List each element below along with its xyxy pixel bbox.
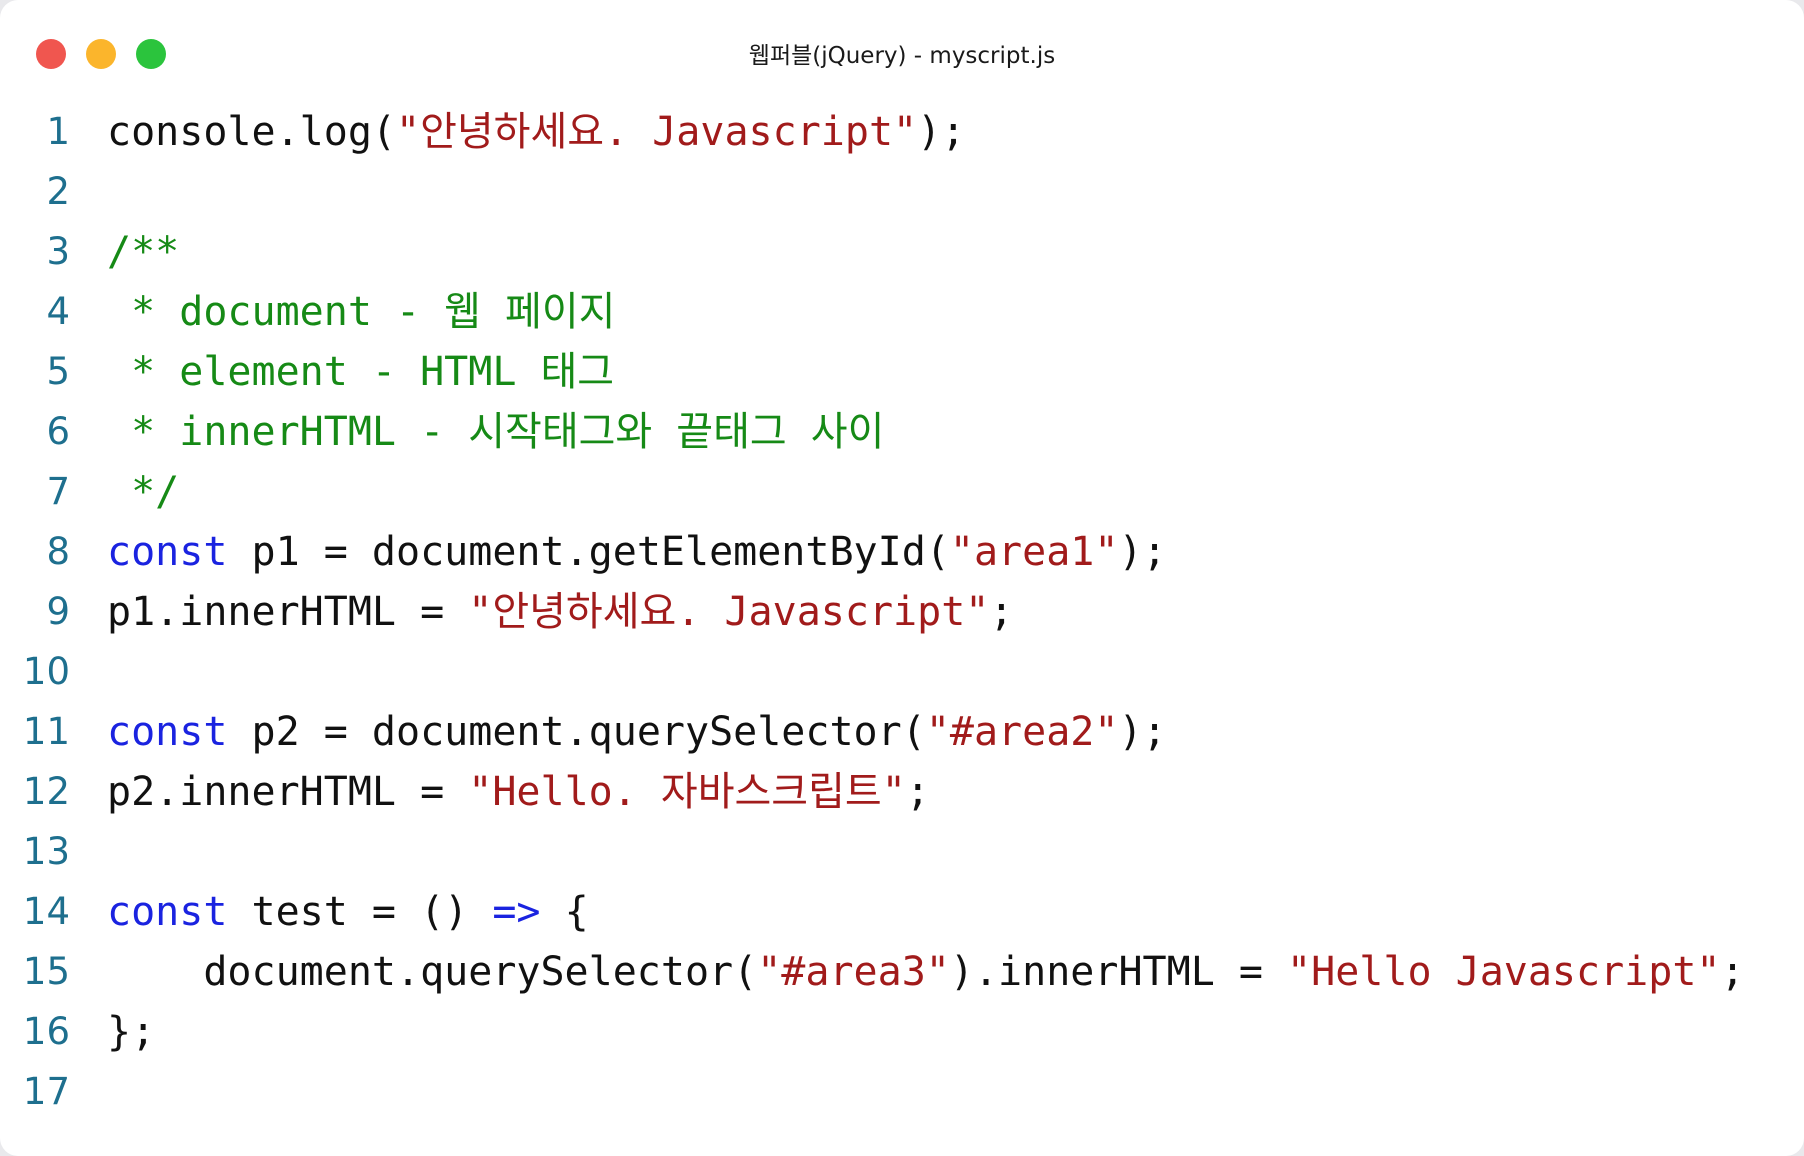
- code-token-plain: );: [1118, 709, 1167, 755]
- line-content: document.querySelector("#area3").innerHT…: [107, 942, 1745, 1002]
- code-token-plain: );: [1118, 529, 1167, 575]
- line-number: 5: [46, 350, 70, 393]
- code-token-plain: ).innerHTML =: [949, 949, 1288, 995]
- code-token-plain: p2.innerHTML =: [107, 769, 469, 815]
- code-token-string: "Hello. 자바스크립트": [468, 769, 906, 815]
- line-number: 15: [22, 950, 70, 993]
- code-token-keyword: const: [107, 529, 228, 575]
- line-number: 11: [22, 710, 70, 753]
- line-number: 3: [46, 230, 70, 273]
- code-token-plain: p1.innerHTML =: [107, 589, 469, 635]
- code-token-string: "#area2": [925, 709, 1119, 755]
- code-editor[interactable]: 1 console.log("안녕하세요. Javascript"); 2 3/** 4…: [0, 102, 1804, 1122]
- code-token-plain: ;: [1720, 949, 1745, 995]
- editor-window: 웹퍼블(jQuery) - myscript.js 1 console.log("…: [0, 0, 1804, 1156]
- code-line: 1 console.log("안녕하세요. Javascript");: [0, 102, 1804, 162]
- window-title: 웹퍼블(jQuery) - myscript.js: [748, 43, 1056, 69]
- line-number: 2: [46, 170, 70, 213]
- line-content: p1.innerHTML = "안녕하세요. Javascript";: [107, 582, 1013, 642]
- line-number: 13: [22, 830, 70, 873]
- code-token-comment: /**: [107, 229, 180, 275]
- code-line: 9 p1.innerHTML = "안녕하세요. Javascript";: [0, 582, 1804, 642]
- code-line: 2: [0, 162, 1804, 222]
- code-token-comment: */: [107, 469, 180, 515]
- code-line: 6 * innerHTML - 시작태그와 끝태그 사이: [0, 402, 1804, 462]
- line-number: 16: [22, 1010, 70, 1053]
- line-number: 17: [22, 1070, 70, 1113]
- line-content: const p2 = document.querySelector("#area…: [107, 702, 1167, 762]
- code-line: 15 document.querySelector("#area3").inne…: [0, 942, 1804, 1002]
- code-token-string: "Hello Javascript": [1287, 949, 1721, 995]
- code-line: 5 * element - HTML 태그: [0, 342, 1804, 402]
- code-token-comment: * element - HTML 태그: [107, 349, 615, 395]
- code-token-string: "#area3": [757, 949, 950, 995]
- line-number: 12: [22, 770, 70, 813]
- code-line: 13: [0, 822, 1804, 882]
- code-line: 12 p2.innerHTML = "Hello. 자바스크립트";: [0, 762, 1804, 822]
- line-content: /**: [107, 222, 179, 282]
- line-content: };: [107, 1002, 155, 1062]
- line-content: p2.innerHTML = "Hello. 자바스크립트";: [107, 762, 930, 822]
- code-line: 8 const p1 = document.getElementById("are…: [0, 522, 1804, 582]
- code-token-keyword: const: [107, 889, 228, 935]
- line-number: 7: [46, 470, 70, 513]
- code-token-plain: };: [107, 1009, 156, 1055]
- line-number: 10: [22, 650, 70, 693]
- line-content: const p1 = document.getElementById("area…: [107, 522, 1167, 582]
- line-content: * innerHTML - 시작태그와 끝태그 사이: [107, 402, 884, 462]
- code-token-plain: p2 = document.querySelector(: [227, 709, 926, 755]
- line-number: 6: [46, 410, 70, 453]
- line-content: console.log("안녕하세요. Javascript");: [107, 102, 965, 162]
- line-number: 4: [46, 290, 70, 333]
- code-token-comment: * innerHTML - 시작태그와 끝태그 사이: [107, 409, 885, 455]
- code-token-keyword: const: [107, 709, 228, 755]
- code-token-plain: console.log(: [107, 109, 396, 155]
- code-line: 17: [0, 1062, 1804, 1122]
- code-token-plain: ;: [989, 589, 1014, 635]
- code-token-keyword: =>: [492, 889, 541, 935]
- code-token-plain: p1 = document.getElementById(: [227, 529, 950, 575]
- code-line: 4 * document - 웹 페이지: [0, 282, 1804, 342]
- line-number: 1: [46, 110, 70, 153]
- code-token-string: "안녕하세요. Javascript": [395, 109, 918, 155]
- line-number: 8: [46, 530, 70, 573]
- code-line: 11 const p2 = document.querySelector("#ar…: [0, 702, 1804, 762]
- line-number: 14: [22, 890, 70, 933]
- code-token-plain: ;: [905, 769, 930, 815]
- code-line: 7 */: [0, 462, 1804, 522]
- code-line: 14 const test = () => {: [0, 882, 1804, 942]
- line-content: * element - HTML 태그: [107, 342, 614, 402]
- line-content: */: [107, 462, 179, 522]
- code-token-string: "area1": [949, 529, 1119, 575]
- code-token-plain: document.querySelector(: [107, 949, 758, 995]
- code-token-plain: {: [540, 889, 589, 935]
- code-line: 3 /**: [0, 222, 1804, 282]
- code-token-plain: test = (): [227, 889, 493, 935]
- code-token-comment: * document - 웹 페이지: [107, 289, 616, 335]
- line-content: const test = () => {: [107, 882, 589, 942]
- line-content: * document - 웹 페이지: [107, 282, 615, 342]
- code-line: 16};: [0, 1002, 1804, 1062]
- code-token-plain: );: [917, 109, 966, 155]
- code-token-string: "안녕하세요. Javascript": [468, 589, 990, 635]
- line-number: 9: [46, 590, 70, 633]
- title-bar: 웹퍼블(jQuery) - myscript.js: [0, 0, 1804, 110]
- code-line: 10: [0, 642, 1804, 702]
